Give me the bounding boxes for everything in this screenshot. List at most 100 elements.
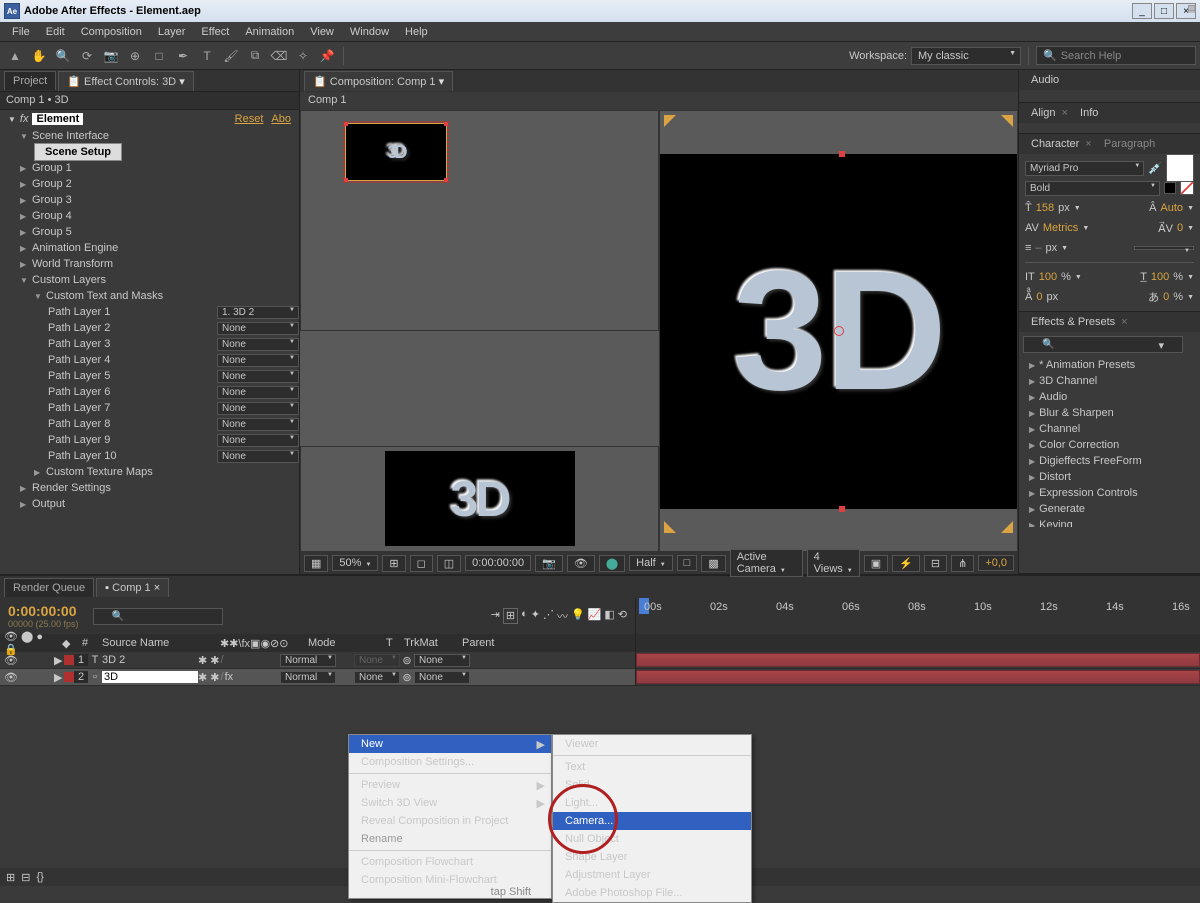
path-layer-dropdown[interactable]: None (217, 450, 299, 463)
snapshot-icon[interactable]: 📷 (535, 555, 563, 572)
reset-link[interactable]: Reset (235, 113, 264, 125)
effect-name[interactable]: Element (32, 113, 83, 125)
output[interactable]: Output (32, 498, 65, 510)
preset-category[interactable]: ▶Blur & Sharpen (1019, 405, 1200, 421)
path-layer-dropdown[interactable]: None (217, 338, 299, 351)
toggle-modes-icon[interactable]: ⊟ (21, 871, 30, 884)
group-4[interactable]: Group 4 (32, 210, 72, 222)
motion-blur-icon[interactable]: 〰 (557, 608, 568, 624)
preset-category[interactable]: ▶Distort (1019, 469, 1200, 485)
group-5[interactable]: Group 5 (32, 226, 72, 238)
animation-engine[interactable]: Animation Engine (32, 242, 118, 254)
menu-view[interactable]: View (302, 24, 342, 40)
parent-dropdown[interactable]: None▼ (414, 654, 470, 667)
mask-icon[interactable]: ◫ (437, 555, 461, 572)
transparency-icon[interactable]: ▩ (701, 555, 725, 572)
tab-comp1[interactable]: ▪ Comp 1 × (96, 578, 169, 597)
flowchart-icon[interactable]: ⋔ (951, 555, 974, 572)
context-item[interactable]: Switch 3D View▶ (349, 794, 551, 812)
menu-animation[interactable]: Animation (237, 24, 302, 40)
pen-tool-icon[interactable]: ✒ (172, 45, 194, 67)
toggle-switches-icon[interactable]: ⊞ (6, 871, 15, 884)
workspace-dropdown[interactable]: My classic (911, 47, 1021, 65)
current-time[interactable]: 0:00:00:00 (8, 603, 79, 619)
fx-toggle-icon[interactable]: ✦ (531, 608, 540, 624)
fill-color-swatch[interactable] (1166, 154, 1194, 182)
preset-category[interactable]: ▶Generate (1019, 501, 1200, 517)
zoom-tool-icon[interactable]: 🔍 (52, 45, 74, 67)
tab-info[interactable]: Info (1074, 105, 1104, 121)
preset-category[interactable]: ▶Audio (1019, 389, 1200, 405)
group-3[interactable]: Group 3 (32, 194, 72, 206)
timeline-layer-row[interactable]: 👁▶2▫3D✱ ✱ / fxNormal▼None▼⊚None▼ (0, 669, 635, 686)
group-2[interactable]: Group 2 (32, 178, 72, 190)
tab-render-queue[interactable]: Render Queue (4, 578, 94, 597)
tab-project[interactable]: Project (4, 71, 56, 90)
maximize-button[interactable]: □ (1154, 3, 1174, 19)
menu-layer[interactable]: Layer (150, 24, 194, 40)
help-search-input[interactable]: 🔍 Search Help (1036, 46, 1196, 65)
arrow-icon[interactable]: ▼ (8, 115, 16, 124)
group-1[interactable]: Group 1 (32, 162, 72, 174)
grid-icon[interactable]: ▦ (304, 555, 328, 572)
toggle-in-out-icon[interactable]: {} (36, 871, 43, 883)
shape-tool-icon[interactable]: □ (148, 45, 170, 67)
trkmat-dropdown[interactable]: None▼ (354, 654, 400, 667)
safe-icon[interactable]: ◻ (410, 555, 433, 572)
stroke-swatch[interactable] (1164, 182, 1176, 194)
puppet-tool-icon[interactable]: 📌 (316, 45, 338, 67)
time-display[interactable]: 0:00:00:00 (465, 555, 531, 571)
time-ruler[interactable]: 00s02s04s06s08s10s12s14s16s (636, 598, 1200, 616)
brush-tool-icon[interactable]: 🖌 (220, 45, 242, 67)
draft3d-icon[interactable]: ◧ (604, 608, 614, 624)
quality-toggle-icon[interactable]: ◐ (521, 608, 528, 624)
timeline-icon[interactable]: ⊟ (924, 555, 947, 572)
preset-category[interactable]: ▶* Animation Presets (1019, 357, 1200, 373)
context-item[interactable]: Composition Mini-Flowcharttap Shift (349, 871, 551, 889)
kerning-value[interactable]: Metrics (1043, 222, 1078, 234)
no-stroke-icon[interactable] (1180, 181, 1194, 195)
context-item[interactable]: Adjustment Layer (553, 866, 751, 884)
tracking-value[interactable]: 0 (1177, 222, 1183, 234)
timeline-layer-row[interactable]: 👁▶1T3D 2✱ ✱ / Normal▼None▼⊚None▼ (0, 652, 635, 669)
tab-align[interactable]: Align (1025, 105, 1061, 121)
3d-text-preview[interactable]: 3D (387, 142, 404, 163)
path-layer-dropdown[interactable]: None (217, 370, 299, 383)
context-item[interactable]: Composition Flowchart (349, 853, 551, 871)
context-item[interactable]: Rename (349, 830, 551, 848)
menu-composition[interactable]: Composition (73, 24, 150, 40)
path-layer-dropdown[interactable]: 1. 3D 2 (217, 306, 299, 319)
menu-effect[interactable]: Effect (193, 24, 237, 40)
hand-tool-icon[interactable]: ✋ (28, 45, 50, 67)
context-item[interactable]: Text (553, 758, 751, 776)
tab-paragraph[interactable]: Paragraph (1098, 136, 1161, 152)
resolution-dropdown[interactable]: Half (629, 555, 673, 571)
context-item[interactable]: Preview▶ (349, 776, 551, 794)
tab-effects-presets[interactable]: Effects & Presets (1025, 314, 1121, 330)
live-update-icon[interactable]: ⟲ (618, 608, 627, 624)
menu-edit[interactable]: Edit (38, 24, 73, 40)
frame-blend-icon[interactable]: ⋰ (543, 608, 554, 624)
custom-layers[interactable]: Custom Layers (32, 274, 106, 286)
preset-category[interactable]: ▶Digieffects FreeForm (1019, 453, 1200, 469)
clone-tool-icon[interactable]: ⧉ (244, 45, 266, 67)
minimize-button[interactable]: _ (1132, 3, 1152, 19)
effects-search-input[interactable]: 🔍 ▾ (1023, 336, 1183, 353)
roi-icon[interactable]: □ (677, 555, 698, 571)
pan-behind-tool-icon[interactable]: ⊕ (124, 45, 146, 67)
eraser-tool-icon[interactable]: ⌫ (268, 45, 290, 67)
res-icon[interactable]: ⊞ (382, 555, 405, 572)
preset-category[interactable]: ▶Keying (1019, 517, 1200, 527)
path-layer-dropdown[interactable]: None (217, 418, 299, 431)
tab-character[interactable]: Character (1025, 136, 1085, 152)
leading-value[interactable]: Auto (1160, 202, 1183, 214)
color-icon[interactable]: ⬤ (599, 555, 625, 572)
about-link[interactable]: Abo (271, 113, 291, 125)
custom-text-masks[interactable]: Custom Text and Masks (46, 290, 163, 302)
mode-dropdown[interactable]: Normal▼ (280, 654, 336, 667)
render-settings[interactable]: Render Settings (32, 482, 111, 494)
channel-icon[interactable]: 👁 (567, 555, 595, 572)
fast-preview-icon[interactable]: ⚡ (892, 555, 920, 572)
path-layer-dropdown[interactable]: None (217, 354, 299, 367)
exposure-control[interactable]: +0,0 (978, 555, 1014, 571)
